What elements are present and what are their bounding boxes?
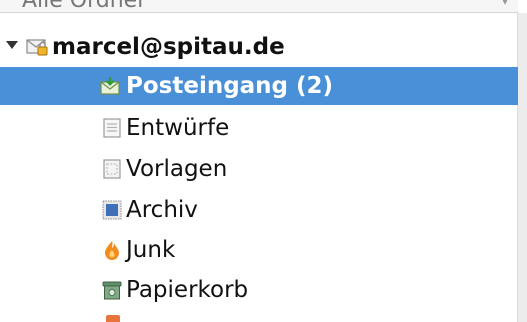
folder-icon-partial	[106, 315, 120, 322]
mail-account-icon	[26, 37, 48, 57]
account-row[interactable]: marcel@spitau.de	[0, 28, 518, 66]
folder-item-junk[interactable]: Junk	[0, 231, 518, 269]
folder-label-junk: Junk	[126, 237, 176, 263]
drafts-icon	[102, 118, 122, 138]
folder-pane-header[interactable]: Alle Ordner ▾	[0, 0, 518, 13]
folder-pane: Alle Ordner ▾ marcel@spitau.de Posteinga…	[0, 0, 527, 322]
folder-item-drafts[interactable]: Entwürfe	[0, 109, 518, 147]
junk-icon	[102, 240, 122, 260]
folder-label-trash: Papierkorb	[126, 277, 249, 303]
folder-item-inbox[interactable]: Posteingang (2)	[0, 67, 518, 105]
folder-label-drafts: Entwürfe	[126, 115, 230, 141]
archive-icon	[102, 200, 122, 220]
folder-item-templates[interactable]: Vorlagen	[0, 150, 518, 188]
collapse-twisty-icon[interactable]	[6, 41, 18, 49]
account-name: marcel@spitau.de	[52, 34, 285, 60]
trash-icon	[102, 280, 122, 300]
folder-label-inbox: Posteingang (2)	[126, 73, 334, 99]
vertical-scrollbar[interactable]	[517, 13, 527, 322]
folder-label-archive: Archiv	[126, 197, 198, 223]
folder-item-archive[interactable]: Archiv	[0, 191, 518, 229]
folder-label-templates: Vorlagen	[126, 156, 228, 182]
folder-pane-header-label: Alle Ordner	[22, 0, 147, 13]
header-dropdown-icon[interactable]: ▾	[502, 0, 508, 8]
templates-icon	[102, 159, 122, 179]
inbox-icon	[100, 76, 120, 96]
folder-item-trash[interactable]: Papierkorb	[0, 271, 518, 309]
